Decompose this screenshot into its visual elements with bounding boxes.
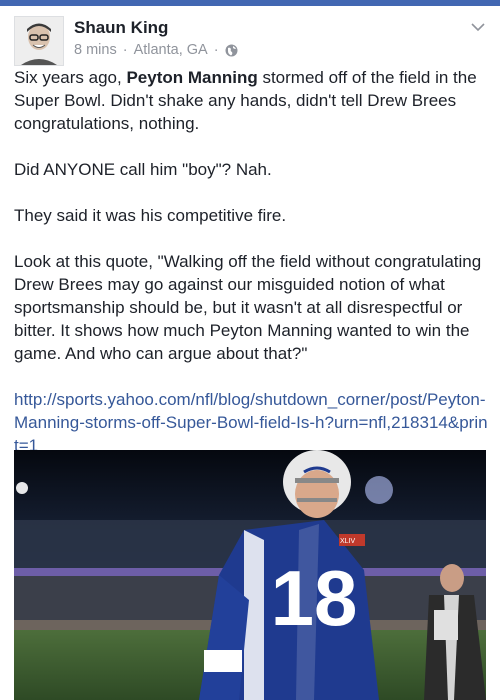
post-link[interactable]: http://sports.yahoo.com/nfl/blog/shutdow… bbox=[14, 388, 488, 457]
jersey-number: 18 bbox=[271, 554, 358, 642]
post-paragraph: Look at this quote, "Walking off the fie… bbox=[14, 252, 482, 363]
post-time[interactable]: 8 mins bbox=[74, 42, 117, 58]
post-photo[interactable]: XLIV 18 bbox=[14, 450, 486, 700]
avatar[interactable] bbox=[14, 16, 64, 66]
author-name[interactable]: Shaun King bbox=[74, 18, 168, 38]
meta-separator: · bbox=[213, 42, 219, 58]
post-body: Six years ago, Peyton Manning stormed of… bbox=[14, 66, 488, 480]
post-paragraph: They said it was his competitive fire. bbox=[14, 206, 287, 225]
chevron-down-icon[interactable] bbox=[470, 20, 486, 32]
post-header: Shaun King 8 mins · Atlanta, GA · bbox=[14, 16, 486, 66]
post-paragraph: Six years ago, Peyton Manning stormed of… bbox=[14, 68, 477, 133]
post-paragraph: Did ANYONE call him "boy"? Nah. bbox=[14, 160, 272, 179]
meta-separator: · bbox=[122, 42, 128, 58]
top-bar bbox=[0, 0, 500, 6]
bold-name: Peyton Manning bbox=[126, 68, 258, 87]
post-meta: 8 mins · Atlanta, GA · bbox=[74, 42, 238, 58]
post-location[interactable]: Atlanta, GA bbox=[134, 42, 208, 58]
svg-text:XLIV: XLIV bbox=[340, 538, 356, 545]
globe-icon bbox=[225, 44, 238, 57]
